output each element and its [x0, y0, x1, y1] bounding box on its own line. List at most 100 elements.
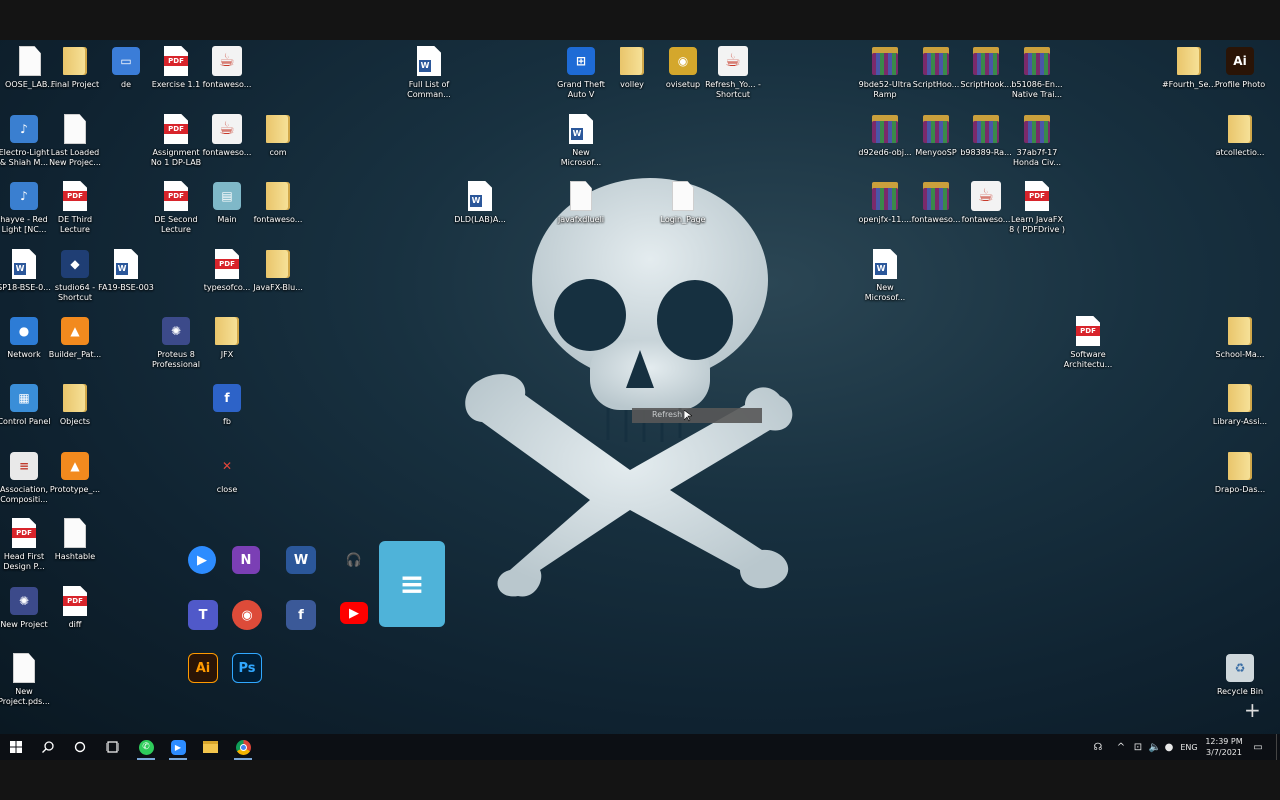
- onenote-icon[interactable]: N: [232, 546, 260, 574]
- desktop-icon[interactable]: Head First Design P...: [0, 517, 51, 572]
- facebook-icon[interactable]: f: [286, 600, 316, 630]
- desktop-icon[interactable]: ≡ Association, Compositi...: [0, 450, 51, 505]
- search-button[interactable]: [36, 734, 60, 760]
- desktop-icon[interactable]: Hashtable: [48, 517, 102, 562]
- desktop-icon[interactable]: com: [251, 113, 305, 158]
- language-indicator[interactable]: ENG: [1178, 734, 1200, 760]
- desktop-icon[interactable]: MenyooSP: [909, 113, 963, 158]
- volume-icon[interactable]: 🔈: [1148, 734, 1162, 760]
- headphones-icon[interactable]: 🎧: [339, 546, 369, 574]
- cortana-button[interactable]: [68, 734, 92, 760]
- people-icon[interactable]: ☊: [1090, 734, 1106, 760]
- microphone-icon[interactable]: ●: [1163, 734, 1175, 760]
- desktop-icon[interactable]: Exercise 1.1: [149, 45, 203, 90]
- desktop-icon[interactable]: SP18-BSE-0...: [0, 248, 51, 293]
- desktop-icon[interactable]: b51086-En... Native Trai...: [1010, 45, 1064, 100]
- desktop-icon[interactable]: 37ab7f-17 Honda Civ...: [1010, 113, 1064, 168]
- desktop-icon[interactable]: volley: [605, 45, 659, 90]
- task-view-button[interactable]: [100, 734, 124, 760]
- desktop-icon[interactable]: f fb: [200, 382, 254, 427]
- taskbar-zoom[interactable]: ▶: [165, 734, 191, 760]
- network-icon[interactable]: ⊡: [1131, 734, 1145, 760]
- desktop-icon[interactable]: Drapo-Das...: [1213, 450, 1267, 495]
- desktop-icon[interactable]: ⊞ Grand Theft Auto V: [554, 45, 608, 100]
- notifications-icon[interactable]: ▭: [1250, 734, 1266, 760]
- desktop-icon[interactable]: ☕ fontaweso...: [200, 113, 254, 158]
- start-button[interactable]: [4, 734, 28, 760]
- desktop-icon[interactable]: ♻ Recycle Bin: [1213, 652, 1267, 697]
- desktop-icon[interactable]: ☕ Refresh_Yo... - Shortcut: [705, 45, 761, 100]
- taskbar-file-explorer[interactable]: [197, 734, 223, 760]
- illustrator-icon[interactable]: Ai: [188, 653, 218, 683]
- desktop-icon[interactable]: openjfx-11....: [858, 180, 912, 225]
- desktop-icon[interactable]: Learn JavaFX 8 ( PDFDrive ): [1009, 180, 1065, 235]
- taskbar-chrome[interactable]: [230, 734, 256, 760]
- youtube-icon[interactable]: ▶: [340, 602, 368, 624]
- desktop-icon[interactable]: diff: [48, 585, 102, 630]
- desktop-icon[interactable]: fontaweso...: [251, 180, 305, 225]
- show-hidden-icons-chevron-up-icon[interactable]: ^: [1114, 734, 1128, 760]
- chrome-icon[interactable]: ◉: [232, 600, 262, 630]
- word-icon: [413, 45, 445, 77]
- zoom-icon[interactable]: ▶: [188, 546, 216, 574]
- desktop-icon[interactable]: atcollectio...: [1213, 113, 1267, 158]
- add-icon[interactable]: +: [1244, 700, 1261, 720]
- desktop-icon[interactable]: ◉ ovisetup: [656, 45, 710, 90]
- desktop-icon[interactable]: Software Architectu...: [1061, 315, 1115, 370]
- desktop-icon[interactable]: JavaFX-Blu...: [251, 248, 305, 293]
- teams-icon[interactable]: T: [188, 600, 218, 630]
- desktop-icon[interactable]: DLD(LAB)A...: [453, 180, 507, 225]
- desktop-icon[interactable]: ScriptHoo...: [909, 45, 963, 90]
- show-desktop-button[interactable]: [1276, 734, 1280, 760]
- desktop[interactable]: OOSE_LAB...Final Project▭deExercise 1.1☕…: [0, 40, 1280, 734]
- desktop-icon[interactable]: ScriptHook...: [959, 45, 1013, 90]
- desktop-icon[interactable]: Objects: [48, 382, 102, 427]
- desktop-icon[interactable]: fontaweso...: [909, 180, 963, 225]
- desktop-icon[interactable]: typesofco...: [200, 248, 254, 293]
- desktop-icon[interactable]: New Project.pds...: [0, 652, 51, 707]
- desktop-icon[interactable]: Last Loaded New Projec...: [48, 113, 102, 168]
- desktop-icon[interactable]: ▭ de: [99, 45, 153, 90]
- desktop-icon[interactable]: JFX: [200, 315, 254, 360]
- photoshop-icon[interactable]: Ps: [232, 653, 262, 683]
- desktop-icon[interactable]: New Microsof...: [554, 113, 608, 168]
- desktop-icon[interactable]: School-Ma...: [1213, 315, 1267, 360]
- rar-icon: [920, 113, 952, 145]
- desktop-icon[interactable]: Full List of Comman...: [402, 45, 456, 100]
- context-menu-refresh[interactable]: Refresh: [632, 408, 762, 423]
- desktop-icon[interactable]: ◆ studio64 - Shortcut: [48, 248, 102, 303]
- desktop-icon[interactable]: ▦ Control Panel: [0, 382, 51, 427]
- desktop-icon[interactable]: DE Third Lecture: [48, 180, 102, 235]
- desktop-icon[interactable]: ☕ fontaweso...: [959, 180, 1013, 225]
- desktop-icon[interactable]: ▤ Main: [200, 180, 254, 225]
- desktop-icon[interactable]: 9bde52-Ultra Ramp: [858, 45, 912, 100]
- desktop-icon[interactable]: Final Project: [48, 45, 102, 90]
- desktop-icon[interactable]: New Microsof...: [858, 248, 912, 303]
- desktop-icon[interactable]: #Fourth_Se...: [1162, 45, 1216, 90]
- desktop-icon[interactable]: ✺ New Project: [0, 585, 51, 630]
- desktop-icon[interactable]: Ai Profile Photo: [1213, 45, 1267, 90]
- desktop-icon-label: atcollectio...: [1215, 148, 1265, 157]
- desktop-icon[interactable]: ♪ Electro-Light & Shiah M...: [0, 113, 51, 168]
- desktop-icon[interactable]: Assignment No 1 DP-LAB: [149, 113, 203, 168]
- desktop-icon[interactable]: Login_Page: [656, 180, 710, 225]
- desktop-icon[interactable]: ▲ Builder_Pat...: [48, 315, 102, 360]
- desktop-icon[interactable]: ♪ hayve - Red Light [NC...: [0, 180, 51, 235]
- desktop-icon[interactable]: b98389-Ra...: [959, 113, 1013, 158]
- desktop-icon[interactable]: ✕ close: [200, 450, 254, 495]
- desktop-icon[interactable]: ✺ Proteus 8 Professional: [149, 315, 203, 370]
- app-icon: ●: [8, 315, 40, 347]
- desktop-icon[interactable]: ☕ fontaweso...: [200, 45, 254, 90]
- desktop-icon[interactable]: ▲ Prototype_...: [48, 450, 102, 495]
- word-icon[interactable]: W: [286, 546, 316, 574]
- desktop-icon[interactable]: d92ed6-obj...: [858, 113, 912, 158]
- notepad-icon[interactable]: ≡: [379, 541, 445, 627]
- desktop-icon[interactable]: Library-Assi...: [1213, 382, 1267, 427]
- desktop-icon[interactable]: javafxdlueli: [554, 180, 608, 225]
- taskbar-whatsapp[interactable]: ✆: [133, 734, 159, 760]
- desktop-icon[interactable]: ● Network: [0, 315, 51, 360]
- desktop-icon[interactable]: FA19-BSE-003: [98, 248, 154, 293]
- app-icon: ♪: [8, 113, 40, 145]
- clock[interactable]: 12:39 PM 3/7/2021: [1202, 734, 1246, 760]
- desktop-icon[interactable]: DE Second Lecture: [149, 180, 203, 235]
